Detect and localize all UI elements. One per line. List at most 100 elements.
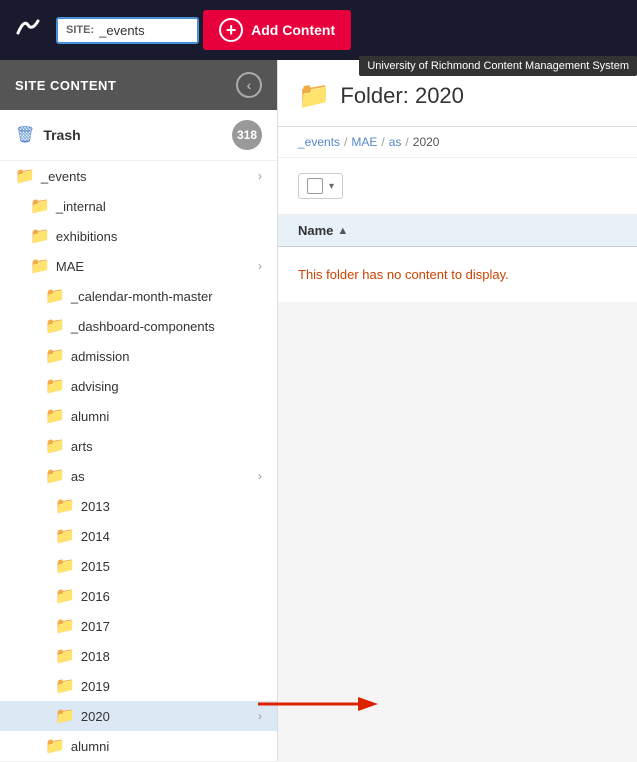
tree-label-internal: _internal — [56, 199, 262, 214]
tree-item-events[interactable]: 📁 _events › — [0, 161, 277, 191]
folder-icon-advising: 📁 — [45, 376, 65, 396]
cms-tooltip: University of Richmond Content Managemen… — [359, 56, 637, 76]
tree-label-alumni2: alumni — [71, 739, 262, 754]
tree-item-calendar[interactable]: 📁 _calendar-month-master — [0, 281, 277, 311]
folder-icon-large: 📁 — [298, 80, 330, 111]
breadcrumb-sep2: / — [381, 135, 384, 149]
tree-item-advising[interactable]: 📁 advising — [0, 371, 277, 401]
tree-item-mae[interactable]: 📁 MAE › — [0, 251, 277, 281]
empty-message-text: This folder has no content to display. — [298, 267, 509, 282]
folder-icon-2015: 📁 — [55, 556, 75, 576]
tree-item-2015[interactable]: 📁 2015 — [0, 551, 277, 581]
name-column-label: Name — [298, 223, 333, 238]
breadcrumb-events[interactable]: _events — [298, 135, 340, 149]
breadcrumb-as[interactable]: as — [389, 135, 402, 149]
folder-icon-2017: 📁 — [55, 616, 75, 636]
tree-item-as[interactable]: 📁 as › — [0, 461, 277, 491]
tree-item-internal[interactable]: 📁 _internal — [0, 191, 277, 221]
plus-icon: + — [219, 18, 243, 42]
tree-label-2017: 2017 — [81, 619, 262, 634]
tree-label-2013: 2013 — [81, 499, 262, 514]
tree-label-mae: MAE — [56, 259, 252, 274]
folder-icon-2013: 📁 — [55, 496, 75, 516]
tree-label-advising: advising — [71, 379, 262, 394]
tree-label-dashboard: _dashboard-components — [71, 319, 262, 334]
trash-label: Trash — [43, 127, 80, 143]
tree-label-exhibitions: exhibitions — [56, 229, 262, 244]
select-all-button[interactable]: ▾ — [298, 173, 343, 199]
expand-arrow-as: › — [258, 469, 262, 483]
tree-label-2018: 2018 — [81, 649, 262, 664]
folder-icon-as: 📁 — [45, 466, 65, 486]
tree-item-dashboard[interactable]: 📁 _dashboard-components — [0, 311, 277, 341]
tree-item-2018[interactable]: 📁 2018 — [0, 641, 277, 671]
folder-icon-2014: 📁 — [55, 526, 75, 546]
sidebar-title: SITE CONTENT — [15, 78, 116, 93]
logo — [10, 11, 46, 50]
sidebar-header: SITE CONTENT ‹ — [0, 60, 277, 110]
expand-arrow-2020: › — [258, 709, 262, 723]
tree-item-arts[interactable]: 📁 arts — [0, 431, 277, 461]
tree-item-2016[interactable]: 📁 2016 — [0, 581, 277, 611]
expand-arrow-events: › — [258, 169, 262, 183]
folder-icon-internal: 📁 — [30, 196, 50, 216]
tree-label-2019: 2019 — [81, 679, 262, 694]
tree-item-admission[interactable]: 📁 admission — [0, 341, 277, 371]
site-input-wrapper: SITE: — [56, 17, 199, 44]
tree-label-2015: 2015 — [81, 559, 262, 574]
folder-icon-2018: 📁 — [55, 646, 75, 666]
tree-item-2020[interactable]: 📁 2020 › — [0, 701, 277, 731]
folder-icon-exhibitions: 📁 — [30, 226, 50, 246]
tree-item-exhibitions[interactable]: 📁 exhibitions — [0, 221, 277, 251]
site-label: SITE: — [66, 24, 94, 36]
header: SITE: + Add Content University of Richmo… — [0, 0, 637, 60]
main-layout: SITE CONTENT ‹ 🗑 Trash 318 📁 _events — [0, 60, 637, 762]
folder-icon-mae: 📁 — [30, 256, 50, 276]
trash-left: 🗑 Trash — [15, 125, 81, 145]
tree-item-alumni2[interactable]: 📁 alumni — [0, 731, 277, 761]
content-toolbar: ▾ — [278, 158, 637, 215]
folder-icon-alumni: 📁 — [45, 406, 65, 426]
add-content-button[interactable]: + Add Content — [203, 10, 351, 50]
name-column-header[interactable]: Name ▲ — [298, 223, 348, 238]
sidebar: SITE CONTENT ‹ 🗑 Trash 318 📁 _events — [0, 60, 278, 761]
tree-item-2013[interactable]: 📁 2013 — [0, 491, 277, 521]
main-content: 📁 Folder: 2020 _events / MAE / as / 2020… — [278, 60, 637, 762]
breadcrumb-sep3: / — [405, 135, 408, 149]
tree-item-alumni[interactable]: 📁 alumni — [0, 401, 277, 431]
dropdown-arrow-icon: ▾ — [329, 181, 334, 192]
tree-label-2014: 2014 — [81, 529, 262, 544]
folder-icon-admission: 📁 — [45, 346, 65, 366]
chevron-left-icon: ‹ — [236, 72, 262, 98]
site-input[interactable] — [99, 23, 189, 38]
sort-asc-icon: ▲ — [337, 225, 348, 237]
tree-label-2020: 2020 — [81, 709, 252, 724]
folder-tree: 📁 _events › 📁 _internal 📁 exhibitions 📁 — [0, 161, 277, 761]
tree-item-2019[interactable]: 📁 2019 — [0, 671, 277, 701]
add-content-label: Add Content — [251, 22, 335, 38]
breadcrumb-mae[interactable]: MAE — [351, 135, 377, 149]
empty-folder-message: This folder has no content to display. — [278, 247, 637, 302]
tree-label-as: as — [71, 469, 252, 484]
folder-icon-arts: 📁 — [45, 436, 65, 456]
expand-arrow-mae: › — [258, 259, 262, 273]
tree-label-calendar: _calendar-month-master — [71, 289, 262, 304]
trash-icon: 🗑 — [15, 125, 35, 145]
tree-label-events: _events — [41, 169, 252, 184]
folder-icon-2019: 📁 — [55, 676, 75, 696]
tree-label-admission: admission — [71, 349, 262, 364]
breadcrumb-sep1: / — [344, 135, 347, 149]
tree-label-2016: 2016 — [81, 589, 262, 604]
trash-count-badge: 318 — [232, 120, 262, 150]
sidebar-collapse-button[interactable]: ‹ — [236, 72, 262, 98]
tree-item-2014[interactable]: 📁 2014 — [0, 521, 277, 551]
tree-item-2017[interactable]: 📁 2017 — [0, 611, 277, 641]
folder-icon-calendar: 📁 — [45, 286, 65, 306]
tree-label-arts: arts — [71, 439, 262, 454]
folder-icon-events: 📁 — [15, 166, 35, 186]
trash-item[interactable]: 🗑 Trash 318 — [0, 110, 277, 161]
tree-label-alumni: alumni — [71, 409, 262, 424]
breadcrumb-current: 2020 — [413, 135, 440, 149]
table-header: Name ▲ — [278, 215, 637, 247]
folder-icon-2016: 📁 — [55, 586, 75, 606]
